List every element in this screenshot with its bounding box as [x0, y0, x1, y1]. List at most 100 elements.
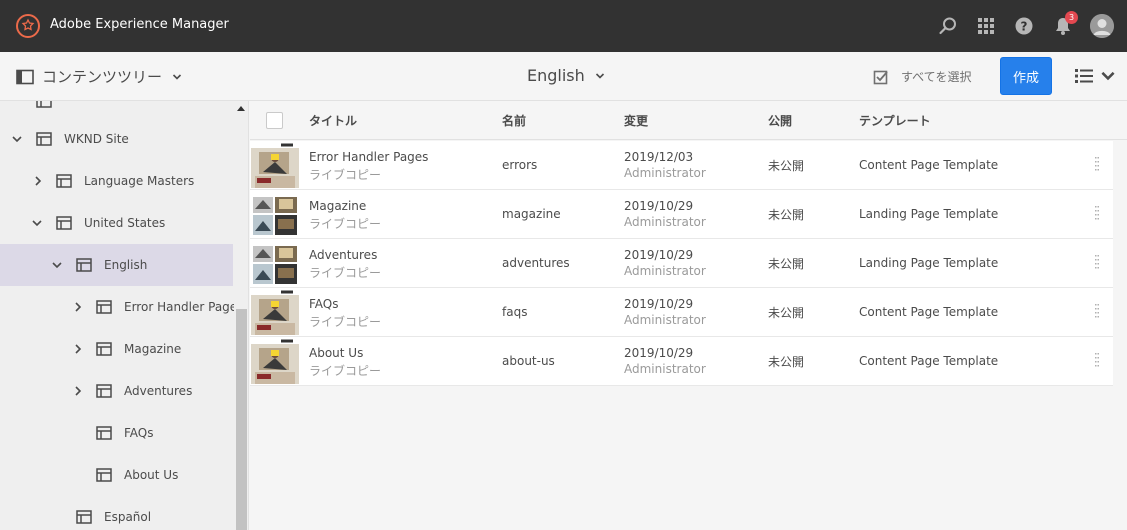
current-location-dropdown[interactable]: English	[527, 66, 605, 85]
row-modified-by: Administrator	[624, 215, 706, 229]
row-modified-date: 2019/10/29	[624, 346, 694, 360]
row-subtitle: ライブコピー	[309, 315, 382, 329]
collapse-chevron-icon[interactable]	[11, 133, 23, 145]
chevron-down-icon	[172, 73, 182, 80]
row-title: Adventures	[309, 248, 378, 262]
page-icon	[96, 468, 112, 482]
page-thumbnail	[251, 191, 299, 237]
row-template: Landing Page Template	[859, 256, 999, 270]
top-navigation-bar: Adobe Experience Manager ? 3	[0, 0, 1127, 52]
expand-chevron-icon[interactable]	[32, 175, 44, 187]
tree-item-english[interactable]: English	[0, 244, 233, 286]
select-all-button[interactable]: すべてを選択	[873, 68, 971, 85]
row-title: FAQs	[309, 297, 339, 311]
drag-handle-icon[interactable]	[1095, 255, 1099, 271]
user-avatar[interactable]	[1090, 14, 1114, 38]
column-header-title[interactable]: タイトル	[309, 112, 357, 129]
row-subtitle: ライブコピー	[309, 266, 382, 280]
row-name: about-us	[502, 354, 555, 368]
row-modified-by: Administrator	[624, 362, 706, 376]
row-published-status: 未公開	[768, 355, 805, 369]
app-title[interactable]: Adobe Experience Manager	[50, 17, 229, 32]
page-thumbnail	[251, 142, 299, 188]
row-template: Content Page Template	[859, 305, 999, 319]
create-button[interactable]: 作成	[1000, 57, 1052, 95]
action-bar: コンテンツツリー English すべてを選択 作成	[0, 52, 1127, 101]
drag-handle-icon[interactable]	[1095, 304, 1099, 320]
row-template: Content Page Template	[859, 354, 999, 368]
row-name: adventures	[502, 256, 570, 270]
row-modified-date: 2019/10/29	[624, 199, 694, 213]
view-switcher[interactable]	[1075, 68, 1117, 84]
row-published-status: 未公開	[768, 306, 805, 320]
page-icon	[96, 426, 112, 440]
sidebar-scrollbar-thumb[interactable]	[236, 309, 247, 530]
select-all-rows-checkbox[interactable]	[266, 112, 283, 129]
page-icon	[96, 384, 112, 398]
drag-handle-icon[interactable]	[1095, 206, 1099, 222]
tree-item-faqs[interactable]: FAQs	[0, 412, 233, 454]
select-all-label: すべてを選択	[901, 70, 972, 84]
drag-handle-icon[interactable]	[1095, 157, 1099, 173]
tree-item-about-us[interactable]: About Us	[0, 454, 233, 496]
tree-item-espanol[interactable]: Español	[0, 496, 233, 530]
table-row[interactable]: Adventures ライブコピー adventures 2019/10/29 …	[250, 239, 1113, 288]
row-title: Error Handler Pages	[309, 150, 429, 164]
column-header-modified[interactable]: 変更	[624, 112, 648, 129]
expand-chevron-icon[interactable]	[72, 343, 84, 355]
list-view-icon	[1075, 69, 1093, 83]
tree-item-label: Language Masters	[84, 174, 195, 188]
tree-item-label: WKND Site	[64, 132, 129, 146]
row-modified-date: 2019/10/29	[624, 248, 694, 262]
table-row[interactable]: Error Handler Pages ライブコピー errors 2019/1…	[250, 141, 1113, 190]
tree-item-label: Error Handler Pages	[124, 300, 244, 314]
table-row[interactable]: About Us ライブコピー about-us 2019/10/29 Admi…	[250, 337, 1113, 386]
page-icon	[36, 101, 52, 108]
row-modified-by: Administrator	[624, 166, 706, 180]
page-thumbnail	[251, 338, 299, 384]
tree-item-language-masters[interactable]: Language Masters	[0, 160, 233, 202]
solutions-grid-icon[interactable]	[975, 15, 997, 37]
row-published-status: 未公開	[768, 208, 805, 222]
page-icon	[96, 342, 112, 356]
help-icon[interactable]: ?	[1013, 15, 1035, 37]
collapse-chevron-icon[interactable]	[51, 259, 63, 271]
tree-item-united-states[interactable]: United States	[0, 202, 233, 244]
column-header-template[interactable]: テンプレート	[859, 112, 931, 129]
expand-chevron-icon[interactable]	[72, 385, 84, 397]
page-icon	[96, 300, 112, 314]
table-row[interactable]: FAQs ライブコピー faqs 2019/10/29 Administrato…	[250, 288, 1113, 337]
rail-label: コンテンツツリー	[42, 68, 163, 86]
content-tree-rail-toggle[interactable]: コンテンツツリー	[16, 66, 182, 87]
current-location-title: English	[527, 66, 585, 85]
page-icon	[76, 510, 92, 524]
search-icon[interactable]	[937, 15, 959, 37]
row-modified-by: Administrator	[624, 264, 706, 278]
tree-item-label: Adventures	[124, 384, 193, 398]
tree-item-error-handler-pages[interactable]: Error Handler Pages	[0, 286, 243, 328]
column-header-published[interactable]: 公開	[768, 112, 792, 129]
row-template: Landing Page Template	[859, 207, 999, 221]
column-header-name[interactable]: 名前	[502, 112, 526, 129]
page-thumbnail	[251, 289, 299, 335]
tree-item-label: Español	[104, 510, 152, 524]
row-name: errors	[502, 158, 538, 172]
tree-item-label: United States	[84, 216, 166, 230]
tree-item-wknd-site[interactable]: WKND Site	[0, 118, 233, 160]
row-name: faqs	[502, 305, 528, 319]
notifications-icon[interactable]: 3	[1052, 11, 1078, 37]
drag-handle-icon[interactable]	[1095, 353, 1099, 369]
svg-text:?: ?	[1021, 20, 1028, 34]
aem-logo-icon[interactable]	[16, 14, 40, 38]
tree-item-magazine[interactable]: Magazine	[0, 328, 233, 370]
page-icon	[36, 132, 52, 146]
select-all-checkbox-icon	[873, 70, 888, 84]
chevron-down-icon	[1101, 71, 1115, 81]
tree-item-adventures[interactable]: Adventures	[0, 370, 233, 412]
table-row[interactable]: Magazine ライブコピー magazine 2019/10/29 Admi…	[250, 190, 1113, 239]
row-published-status: 未公開	[768, 257, 805, 271]
collapse-chevron-icon[interactable]	[31, 217, 43, 229]
tree-item-label: English	[104, 258, 148, 272]
expand-chevron-icon[interactable]	[72, 301, 84, 313]
scroll-up-arrow-icon[interactable]	[236, 104, 246, 114]
